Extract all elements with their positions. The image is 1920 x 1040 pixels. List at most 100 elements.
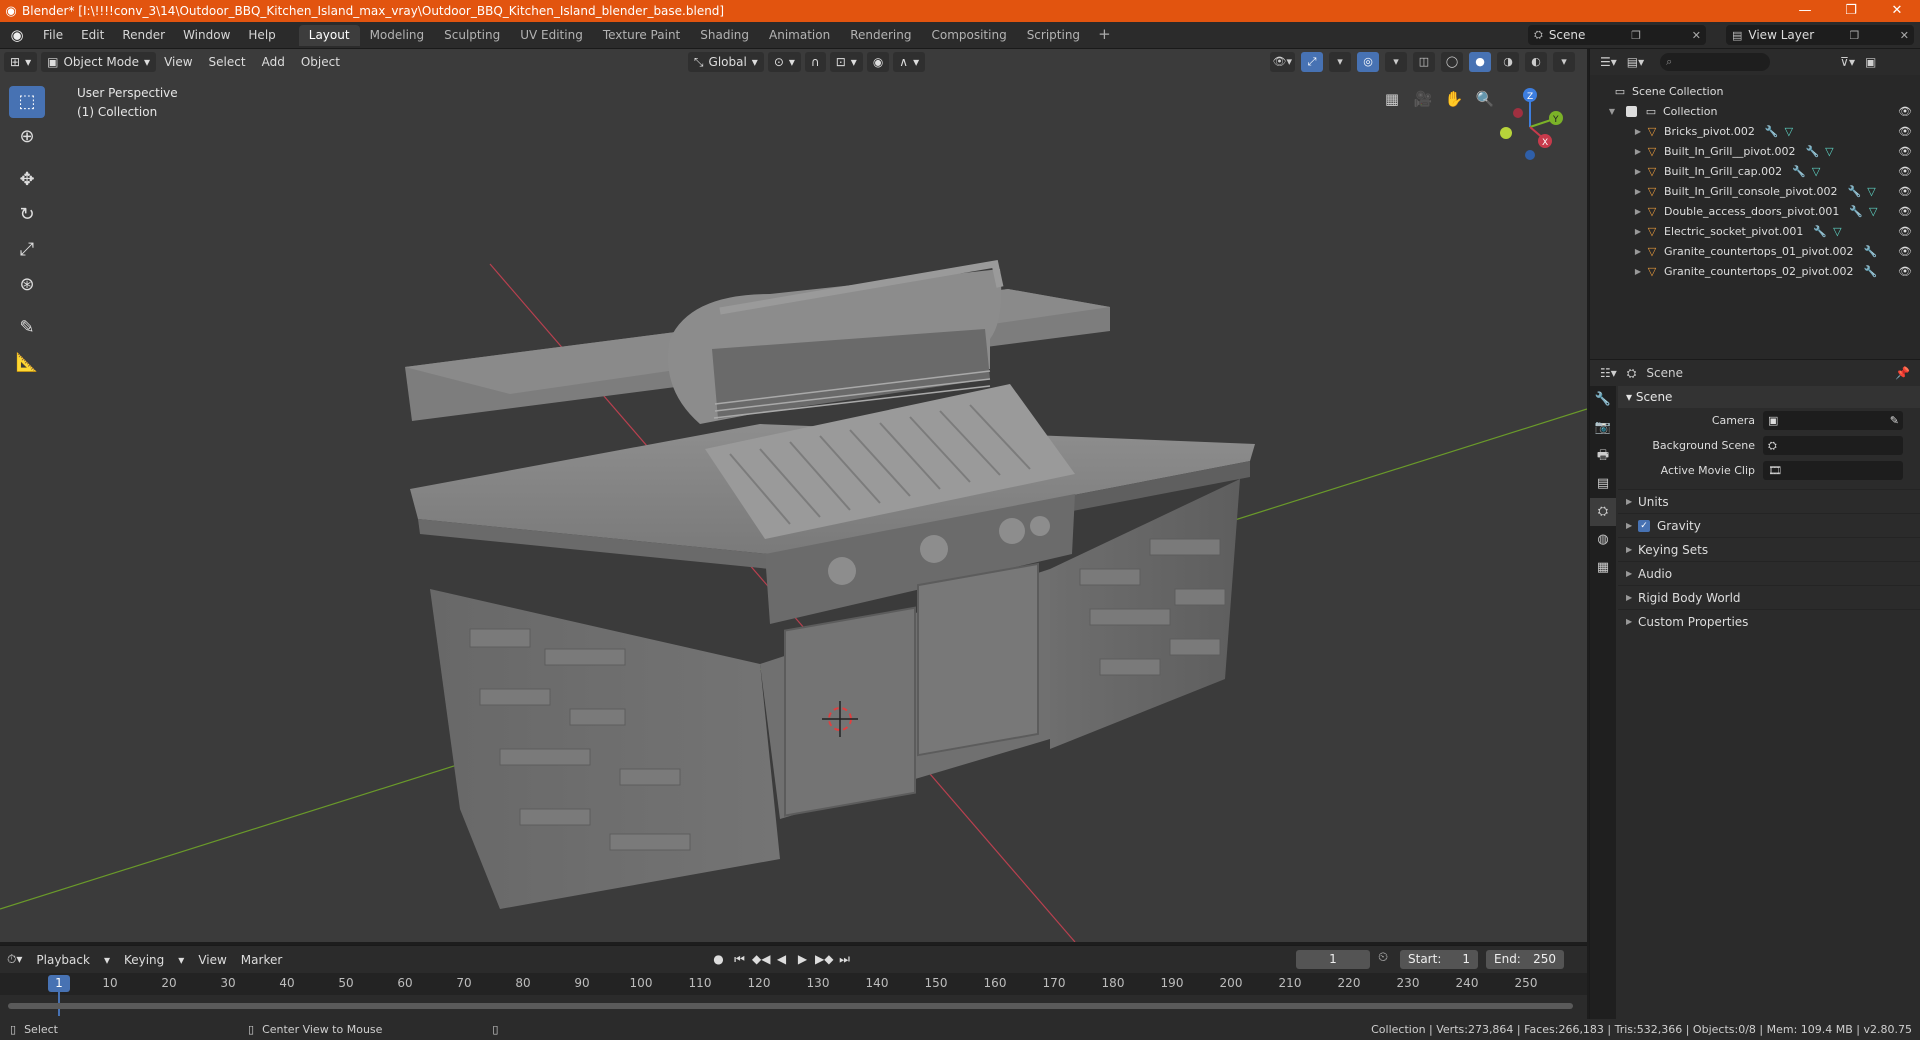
modifier-icon[interactable]: 🔧 [1805,145,1819,158]
timeline-ruler[interactable]: 1 10 20 30 40 50 60 70 80 90 100 110 120… [0,973,1587,1016]
viewport-menu-object[interactable]: Object [293,55,348,69]
expand-icon[interactable]: ▶ [1632,227,1644,236]
visibility-eye-icon[interactable]: 👁 [1898,265,1912,278]
gizmo-dropdown-icon[interactable]: ▾ [1329,52,1351,72]
menu-help[interactable]: Help [239,22,284,49]
filter-icon[interactable]: ⊽▾ [1840,55,1855,69]
proportional-edit-toggle[interactable]: ◉ [866,52,890,72]
outliner-search-input[interactable]: ⌕ [1660,53,1771,71]
modifier-icon[interactable]: 🔧 [1864,245,1878,258]
scene-panel-header[interactable]: ▾ Scene [1618,386,1920,408]
timeline-menu-view[interactable]: View [191,953,233,967]
minimize-button[interactable]: — [1782,0,1828,22]
annotate-tool-icon[interactable]: ✎ [9,312,45,344]
wireframe-shading-icon[interactable]: ◯ [1441,52,1463,72]
menu-window[interactable]: Window [174,22,239,49]
timeline-menu-marker[interactable]: Marker [234,953,289,967]
timeline-menu-keying[interactable]: Keying [117,953,171,967]
snap-toggle[interactable]: ∩ [804,52,826,72]
scene-selector[interactable]: ⛭ Scene ❐ ✕ [1528,25,1706,45]
rigid-body-world-panel[interactable]: ▶ Rigid Body World [1618,585,1920,609]
material-shading-icon[interactable]: ◑ [1497,52,1519,72]
visibility-eye-icon[interactable]: 👁 [1898,145,1912,158]
expand-icon[interactable]: ▼ [1606,107,1618,116]
play-icon[interactable]: ▶ [794,950,811,969]
current-frame-marker[interactable]: 1 [48,975,70,992]
world-tab-icon[interactable]: ◍ [1590,526,1616,554]
tab-rendering[interactable]: Rendering [840,25,921,46]
menu-file[interactable]: File [34,22,72,49]
tab-shading[interactable]: Shading [690,25,759,46]
jump-end-icon[interactable]: ⏭ [836,950,853,969]
falloff-dropdown[interactable]: ∧ ▾ [893,52,926,72]
solid-shading-icon[interactable]: ● [1469,52,1491,72]
next-keyframe-icon[interactable]: ▶◆ [815,950,833,969]
play-reverse-icon[interactable]: ◀ [773,950,790,969]
display-mode-icon[interactable]: ▤▾ [1627,55,1644,69]
output-tab-icon[interactable]: 🖶 [1590,442,1616,470]
start-frame-field[interactable]: Start: 1 [1400,950,1478,969]
move-tool-icon[interactable]: ✥ [9,164,45,196]
delete-view-layer-icon[interactable]: ✕ [1895,29,1914,42]
menu-edit[interactable]: Edit [72,22,113,49]
render-tab-icon[interactable]: 📷 [1590,414,1616,442]
rotate-tool-icon[interactable]: ↻ [9,199,45,231]
current-frame-field[interactable]: 1 [1296,950,1370,969]
overlay-dropdown-icon[interactable]: ▾ [1385,52,1407,72]
modifier-icon[interactable]: 🔧 [1765,125,1779,138]
tool-tab-icon[interactable]: 🔧 [1590,386,1616,414]
view-layer-tab-icon[interactable]: ▤ [1590,470,1616,498]
timeline-scrollbar[interactable] [8,1003,1573,1009]
gizmo-toggle-icon[interactable]: ⤢ [1301,52,1323,72]
rendered-shading-icon[interactable]: ◐ [1525,52,1547,72]
timeline-editor-icon[interactable]: ⏱▾ [0,952,29,967]
tab-modeling[interactable]: Modeling [360,25,435,46]
texture-tab-icon[interactable]: ▦ [1590,554,1616,582]
tab-compositing[interactable]: Compositing [921,25,1016,46]
expand-icon[interactable]: ▶ [1632,147,1644,156]
prev-keyframe-icon[interactable]: ◆◀ [752,950,770,969]
visibility-eye-icon[interactable]: 👁 [1898,105,1912,118]
close-button[interactable]: ✕ [1874,0,1920,22]
keying-sets-panel[interactable]: ▶ Keying Sets [1618,537,1920,561]
expand-icon[interactable]: ▶ [1632,167,1644,176]
list-item[interactable]: ▶ ▽ Built_In_Grill__pivot.002 🔧 ▽ 👁 [1590,141,1920,161]
list-item[interactable]: ▶ ▽ Granite_countertops_02_pivot.002 🔧 👁 [1590,261,1920,281]
playback-dropdown-icon[interactable]: ▾ [97,953,117,967]
mesh-data-icon[interactable]: ▽ [1785,125,1793,138]
3d-viewport[interactable]: ⊞ ▾ ▣ Object Mode ▾ View Select Add Object … [0,49,1587,942]
mesh-data-icon[interactable]: ▽ [1812,165,1820,178]
eyedropper-icon[interactable]: ✎ [1890,414,1899,427]
list-item[interactable]: ▶ ▽ Granite_countertops_01_pivot.002 🔧 👁 [1590,241,1920,261]
xray-toggle-icon[interactable]: ◫ [1413,52,1435,72]
visibility-eye-icon[interactable]: 👁 [1898,205,1912,218]
visibility-eye-icon[interactable]: 👁 [1898,245,1912,258]
mesh-data-icon[interactable]: ▽ [1825,145,1833,158]
select-box-tool-icon[interactable]: ⬚ [9,86,45,118]
collection-row[interactable]: ▼ ▭ Collection 👁 [1590,101,1920,121]
blender-menu-icon[interactable]: ◉ [0,26,34,44]
viewport-menu-view[interactable]: View [156,55,200,69]
mesh-data-icon[interactable]: ▽ [1867,185,1875,198]
new-collection-icon[interactable]: ▣ [1865,55,1876,69]
modifier-icon[interactable]: 🔧 [1848,185,1862,198]
modifier-icon[interactable]: 🔧 [1813,225,1827,238]
pivot-point-dropdown[interactable]: ⊙ ▾ [767,52,801,72]
scale-tool-icon[interactable]: ⤢ [9,234,45,266]
keying-dropdown-icon[interactable]: ▾ [171,953,191,967]
expand-icon[interactable]: ▶ [1632,247,1644,256]
tab-uv-editing[interactable]: UV Editing [510,25,593,46]
record-icon[interactable]: ● [710,950,727,969]
custom-properties-panel[interactable]: ▶ Custom Properties [1618,609,1920,633]
delete-scene-icon[interactable]: ✕ [1687,29,1706,42]
tab-sculpting[interactable]: Sculpting [434,25,510,46]
transform-orientation-dropdown[interactable]: ⤡ Global ▾ [687,52,764,72]
jump-start-icon[interactable]: ⏮ [731,950,748,969]
visibility-eye-icon[interactable]: 👁 [1898,125,1912,138]
viewport-menu-select[interactable]: Select [201,55,254,69]
list-item[interactable]: ▶ ▽ Built_In_Grill_cap.002 🔧 ▽ 👁 [1590,161,1920,181]
tab-animation[interactable]: Animation [759,25,840,46]
navigation-gizmo[interactable]: Z Y X [1490,83,1570,163]
visibility-eye-icon[interactable]: 👁 [1898,165,1912,178]
visibility-eye-icon[interactable]: 👁 [1898,225,1912,238]
